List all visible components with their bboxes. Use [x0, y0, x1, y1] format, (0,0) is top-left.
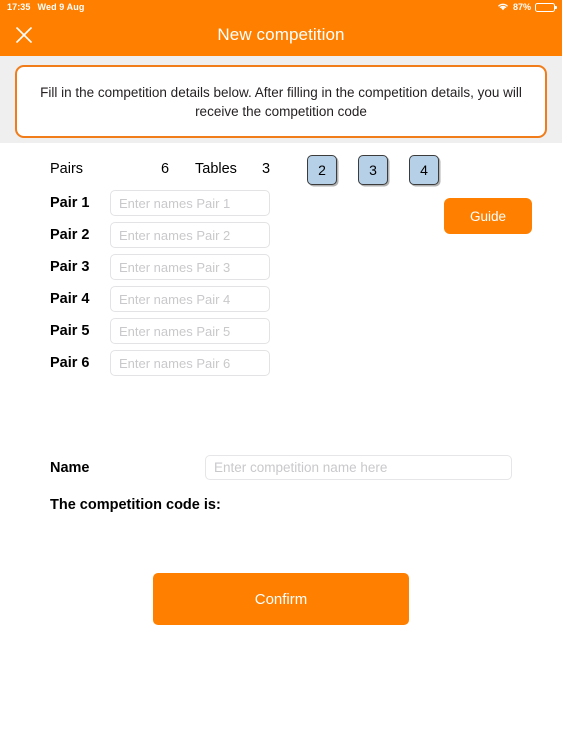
pair-input-2[interactable]	[110, 222, 270, 248]
close-icon[interactable]	[10, 21, 38, 49]
competition-code-label: The competition code is:	[50, 497, 221, 513]
pairs-value: 6	[161, 161, 170, 177]
status-bar: 17:35 Wed 9 Aug 87%	[0, 0, 562, 14]
pair-label-1: Pair 1	[50, 195, 90, 211]
pair-input-1[interactable]	[110, 190, 270, 216]
competition-name-label: Name	[50, 459, 90, 476]
table-count-option-3[interactable]: 3	[358, 155, 388, 185]
pair-row-6: Pair 6	[50, 350, 275, 376]
navigation-bar: New competition	[0, 14, 562, 56]
pair-label-5: Pair 5	[50, 323, 90, 339]
info-banner-text: Fill in the competition details below. A…	[40, 84, 522, 119]
competition-name-row: Name	[50, 455, 512, 480]
pair-label-3: Pair 3	[50, 259, 90, 275]
pair-row-3: Pair 3	[50, 254, 275, 280]
battery-icon	[535, 2, 557, 12]
status-date: Wed 9 Aug	[37, 2, 85, 12]
table-count-option-2[interactable]: 2	[307, 155, 337, 185]
page-title: New competition	[217, 25, 345, 44]
status-bar-left: 17:35 Wed 9 Aug	[7, 2, 84, 12]
pairs-label: Pairs	[50, 161, 84, 177]
info-banner: Fill in the competition details below. A…	[15, 65, 547, 138]
competition-name-input[interactable]	[205, 455, 512, 480]
battery-percent-label: 87%	[512, 2, 531, 12]
status-bar-right: 87%	[497, 2, 557, 13]
confirm-button[interactable]: Confirm	[153, 573, 409, 625]
pair-label-6: Pair 6	[50, 355, 90, 371]
pair-input-6[interactable]	[110, 350, 270, 376]
pair-row-4: Pair 4	[50, 286, 275, 312]
pair-label-4: Pair 4	[50, 291, 90, 307]
status-time: 17:35	[7, 2, 31, 12]
new-competition-screen: 17:35 Wed 9 Aug 87% New competition Fill…	[0, 0, 562, 750]
pair-row-2: Pair 2	[50, 222, 275, 248]
wifi-icon	[497, 2, 509, 13]
tables-value: 3	[262, 161, 271, 177]
guide-button[interactable]: Guide	[444, 198, 532, 234]
tables-label: Tables	[195, 161, 237, 177]
pair-row-5: Pair 5	[50, 318, 275, 344]
table-count-option-4[interactable]: 4	[409, 155, 439, 185]
pair-label-2: Pair 2	[50, 227, 90, 243]
pair-input-5[interactable]	[110, 318, 270, 344]
pair-input-4[interactable]	[110, 286, 270, 312]
counts-row: Pairs 6 Tables 3 2 3 4	[0, 155, 562, 185]
pair-row-1: Pair 1	[50, 190, 275, 216]
pair-input-3[interactable]	[110, 254, 270, 280]
